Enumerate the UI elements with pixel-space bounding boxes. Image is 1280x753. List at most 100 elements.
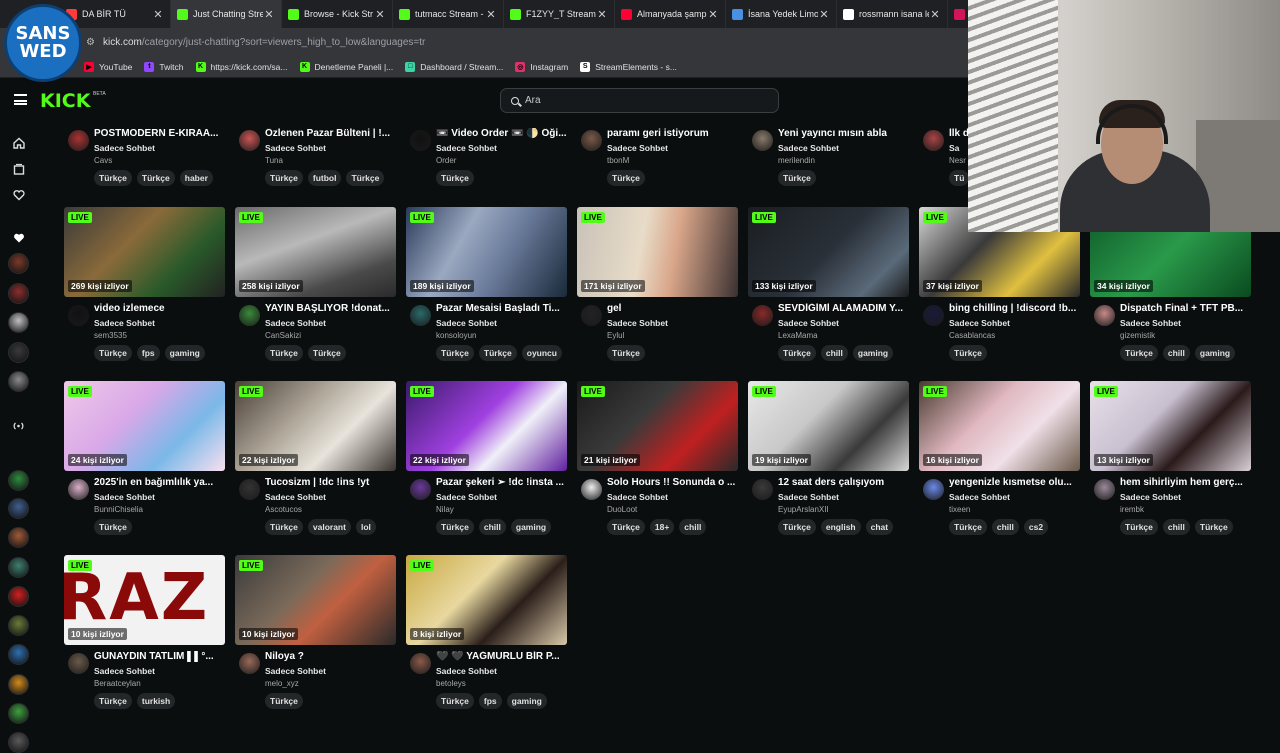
tag-chip[interactable]: chill bbox=[991, 519, 1019, 535]
stream-card[interactable]: LIVE 22 kişi izliyor Pazar şekeri ➢ !dc !i… bbox=[406, 381, 567, 541]
browser-tab[interactable]: Almanyada şampu ✕ bbox=[615, 0, 726, 28]
stream-category[interactable]: Sadece Sohbet bbox=[436, 143, 497, 153]
tag-chip[interactable]: chill bbox=[679, 519, 707, 535]
tag-chip[interactable]: chill bbox=[820, 345, 848, 361]
streamer-username[interactable]: irembk bbox=[1120, 505, 1144, 514]
tag-chip[interactable]: Türkçe bbox=[94, 345, 132, 361]
followed-channel-avatar[interactable] bbox=[8, 644, 29, 665]
followed-channel-avatar[interactable] bbox=[8, 253, 29, 274]
tag-chip[interactable]: turkish bbox=[136, 693, 176, 709]
tag-chip[interactable]: Türkçe bbox=[265, 345, 303, 361]
stream-title[interactable]: SEVDİĞİMİ ALAMADIM Y... bbox=[778, 303, 909, 314]
stream-thumbnail[interactable]: LIVE 10 kişi izliyor bbox=[235, 555, 396, 645]
stream-category[interactable]: Sadece Sohbet bbox=[265, 492, 326, 502]
stream-title[interactable]: video izlemece bbox=[94, 303, 225, 314]
stream-card[interactable]: LIVE 171 kişi izliyor gel Sadece Sohbet Eylu… bbox=[577, 207, 738, 367]
stream-card[interactable]: LIVE 21 kişi izliyor Solo Hours !! Sonunda… bbox=[577, 381, 738, 541]
tag-chip[interactable]: gaming bbox=[1194, 345, 1236, 361]
followed-channel-avatar[interactable] bbox=[8, 703, 29, 724]
tag-chip[interactable]: Türkçe bbox=[778, 519, 816, 535]
stream-card[interactable]: LIVE 16 kişi izliyor yengenizle kısmetse o… bbox=[919, 381, 1080, 541]
stream-card[interactable]: Özlenen Pazar Bülteni | !... Sadece Sohbe… bbox=[235, 32, 396, 192]
tag-chip[interactable]: chill bbox=[1162, 519, 1190, 535]
streamer-avatar[interactable] bbox=[410, 305, 431, 326]
browser-tab[interactable]: İsana Yedek Limon ✕ bbox=[726, 0, 837, 28]
browser-tab[interactable]: rossmann isana le ✕ bbox=[837, 0, 948, 28]
tag-chip[interactable]: cs2 bbox=[1023, 519, 1049, 535]
stream-category[interactable]: Sadece Sohbet bbox=[949, 492, 1010, 502]
stream-thumbnail[interactable]: LIVE 24 kişi izliyor bbox=[64, 381, 225, 471]
streamer-username[interactable]: Beraatceylan bbox=[94, 679, 141, 688]
streamer-username[interactable]: melo_xyz bbox=[265, 679, 299, 688]
streamer-avatar[interactable] bbox=[752, 305, 773, 326]
stream-title[interactable]: Yeni yayıncı mısın abla bbox=[778, 128, 909, 139]
stream-thumbnail[interactable]: LIVE 8 kişi izliyor bbox=[406, 555, 567, 645]
close-icon[interactable]: ✕ bbox=[707, 8, 719, 21]
stream-thumbnail[interactable]: LIVE 22 kişi izliyor bbox=[235, 381, 396, 471]
stream-thumbnail[interactable]: LIVE 19 kişi izliyor bbox=[748, 381, 909, 471]
streamer-username[interactable]: merilendin bbox=[778, 156, 815, 165]
streamer-username[interactable]: LexaMama bbox=[778, 331, 818, 340]
tag-chip[interactable]: Türkçe bbox=[478, 345, 517, 361]
stream-category[interactable]: Sadece Sohbet bbox=[949, 318, 1010, 328]
tag-chip[interactable]: gaming bbox=[510, 519, 552, 535]
tag-chip[interactable]: gaming bbox=[164, 345, 205, 361]
stream-card[interactable]: LIVE 24 kişi izliyor 2025'in en bağımlılık… bbox=[64, 381, 225, 541]
stream-category[interactable]: Sadece Sohbet bbox=[265, 666, 326, 676]
streamer-username[interactable]: betoleys bbox=[436, 679, 466, 688]
streamer-avatar[interactable] bbox=[923, 130, 944, 151]
stream-title[interactable]: POSTMODERN E-KIRAA... bbox=[94, 128, 225, 139]
streamer-username[interactable]: Order bbox=[436, 156, 456, 165]
stream-title[interactable]: hem sihirliyim hem gerç... bbox=[1120, 477, 1251, 488]
streamer-username[interactable]: gizemistik bbox=[1120, 331, 1155, 340]
heart-icon[interactable] bbox=[11, 187, 26, 202]
browser-tab[interactable]: Just Chatting Stre ✕ bbox=[171, 0, 282, 28]
streamer-avatar[interactable] bbox=[239, 130, 260, 151]
stream-category[interactable]: Sadece Sohbet bbox=[607, 492, 668, 502]
stream-thumbnail[interactable]: RAZ LIVE 10 kişi izliyor bbox=[64, 555, 225, 645]
stream-category[interactable]: Sadece Sohbet bbox=[1120, 318, 1181, 328]
followed-channel-avatar[interactable] bbox=[8, 371, 29, 392]
tag-chip[interactable]: Tü bbox=[949, 170, 970, 186]
streamer-avatar[interactable] bbox=[410, 479, 431, 500]
tag-chip[interactable]: Türkçe bbox=[949, 519, 987, 535]
stream-card[interactable]: LIVE 19 kişi izliyor 12 saat ders çalışıyo… bbox=[748, 381, 909, 541]
streamer-username[interactable]: konsoloyun bbox=[436, 331, 476, 340]
streamer-username[interactable]: Nilay bbox=[436, 505, 454, 514]
tag-chip[interactable]: Türkçe bbox=[607, 519, 645, 535]
stream-card[interactable]: RAZ LIVE 10 kişi izliyor GÜNAYDIN TATLIM ▌▌… bbox=[64, 555, 225, 715]
close-icon[interactable]: ✕ bbox=[374, 8, 386, 21]
tag-chip[interactable]: Türkçe bbox=[94, 693, 132, 709]
tag-chip[interactable]: Türkçe bbox=[136, 170, 175, 186]
close-icon[interactable]: ✕ bbox=[263, 8, 275, 21]
stream-title[interactable]: Niloya ? bbox=[265, 651, 396, 662]
stream-title[interactable]: Özlenen Pazar Bülteni | !... bbox=[265, 128, 396, 139]
streamer-username[interactable]: Casablancas bbox=[949, 331, 995, 340]
tag-chip[interactable]: Türkçe bbox=[436, 345, 474, 361]
followed-channel-avatar[interactable] bbox=[8, 342, 29, 363]
followed-channel-avatar[interactable] bbox=[8, 586, 29, 607]
stream-category[interactable]: Sadece Sohbet bbox=[436, 492, 497, 502]
tag-chip[interactable]: Türkçe bbox=[265, 519, 303, 535]
stream-title[interactable]: 🖤 🖤 YAĞMURLU BİR P... bbox=[436, 651, 567, 662]
tag-chip[interactable]: english bbox=[820, 519, 861, 535]
tag-chip[interactable]: chill bbox=[1162, 345, 1190, 361]
close-icon[interactable]: ✕ bbox=[485, 8, 497, 21]
stream-category[interactable]: Sadece Sohbet bbox=[607, 143, 668, 153]
streamer-username[interactable]: Eylul bbox=[607, 331, 624, 340]
stream-title[interactable]: Pazar Mesaisi Başladı Ti... bbox=[436, 303, 567, 314]
stream-card[interactable]: LIVE 133 kişi izliyor SEVDİĞİMİ ALAMADIM Y… bbox=[748, 207, 909, 367]
following-icon[interactable] bbox=[11, 161, 26, 176]
stream-category[interactable]: Sadece Sohbet bbox=[94, 318, 155, 328]
tag-chip[interactable]: Türkçe bbox=[1194, 519, 1233, 535]
tag-chip[interactable]: Türkçe bbox=[346, 170, 385, 186]
streamer-username[interactable]: Nesr bbox=[949, 156, 966, 165]
streamer-username[interactable]: tbonM bbox=[607, 156, 629, 165]
stream-title[interactable]: bing chilling | !discord !b... bbox=[949, 303, 1080, 314]
stream-thumbnail[interactable]: LIVE 13 kişi izliyor bbox=[1090, 381, 1251, 471]
followed-channel-avatar[interactable] bbox=[8, 557, 29, 578]
stream-title[interactable]: 2025'in en bağımlılık ya... bbox=[94, 477, 225, 488]
stream-thumbnail[interactable]: LIVE 258 kişi izliyor bbox=[235, 207, 396, 297]
stream-thumbnail[interactable]: LIVE 189 kişi izliyor bbox=[406, 207, 567, 297]
streamer-avatar[interactable] bbox=[239, 653, 260, 674]
